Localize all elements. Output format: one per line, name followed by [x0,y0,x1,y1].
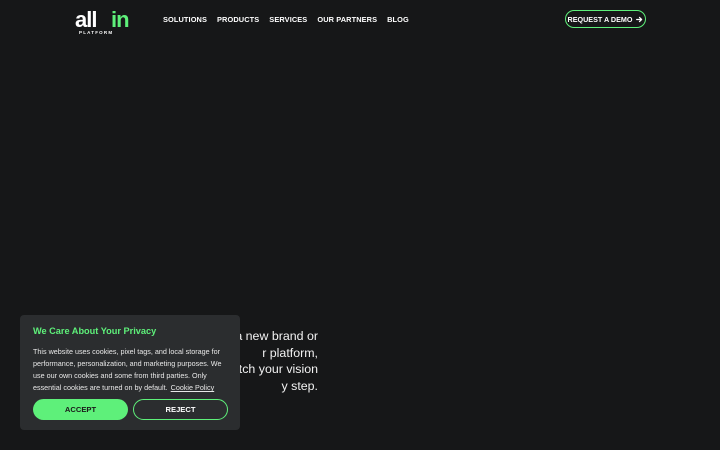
cookie-consent-panel: We Care About Your Privacy This website … [20,315,240,430]
nav-item-our-partners[interactable]: OUR PARTNERS [317,15,377,24]
request-demo-button[interactable]: REQUEST A DEMO [565,10,646,28]
svg-text:in: in [111,7,129,32]
main-navigation: SOLUTIONS PRODUCTS SERVICES OUR PARTNERS… [163,15,409,24]
nav-item-products[interactable]: PRODUCTS [217,15,259,24]
nav-item-blog[interactable]: BLOG [387,15,409,24]
reject-cookies-button[interactable]: REJECT [133,399,228,420]
cookie-title: We Care About Your Privacy [33,326,157,336]
nav-item-services[interactable]: SERVICES [269,15,307,24]
arrow-right-icon [636,16,643,22]
all-in-platform-logo[interactable]: all in PLATFORM [75,6,133,36]
svg-text:all: all [75,7,96,32]
cookie-actions: ACCEPT REJECT [33,399,228,420]
cookie-description: This website uses cookies, pixel tags, a… [33,346,227,394]
accept-cookies-button[interactable]: ACCEPT [33,399,128,420]
request-demo-label: REQUEST A DEMO [567,14,633,24]
svg-text:PLATFORM: PLATFORM [79,30,113,35]
cookie-policy-link[interactable]: Cookie Policy [171,383,215,392]
nav-item-solutions[interactable]: SOLUTIONS [163,15,207,24]
